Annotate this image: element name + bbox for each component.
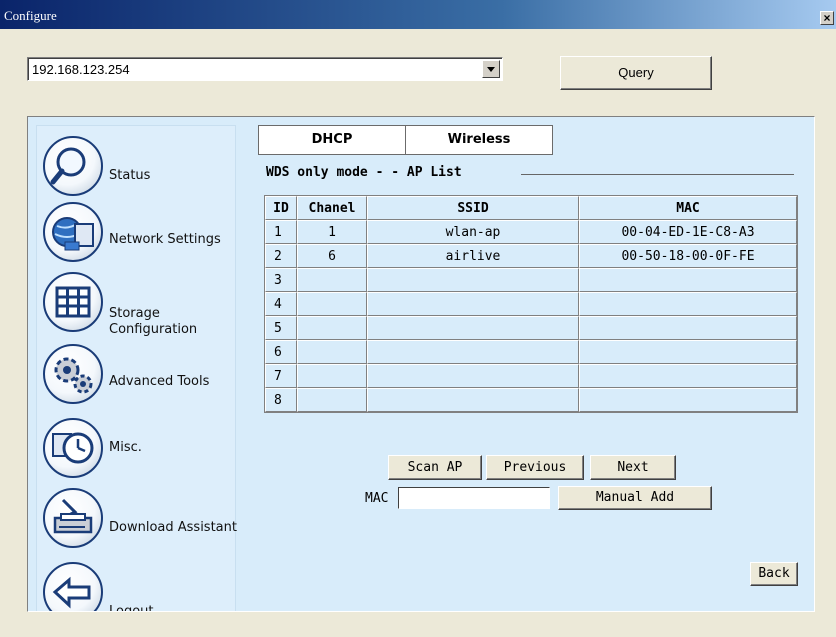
storage-grid-icon [43, 272, 103, 332]
address-combobox[interactable]: 192.168.123.254 [27, 57, 503, 81]
gears-icon [43, 344, 103, 404]
cell-channel: 6 [297, 244, 367, 268]
sidebar-item-download-assistant[interactable]: Download Assistant [37, 488, 237, 554]
scan-ap-button[interactable]: Scan AP [388, 455, 482, 480]
cell-id: 3 [265, 268, 297, 292]
cell-id: 1 [265, 220, 297, 244]
tab-wireless[interactable]: Wireless [405, 125, 553, 155]
table-row[interactable]: 5 [265, 316, 797, 340]
cell-ssid [367, 268, 579, 292]
cell-ssid: wlan-ap [367, 220, 579, 244]
section-title: WDS only mode - - AP List [266, 165, 462, 180]
title-bar: Configure × [0, 0, 836, 29]
column-header-ssid: SSID [367, 196, 579, 220]
table-row[interactable]: 1 1 wlan-ap 00-04-ED-1E-C8-A3 [265, 220, 797, 244]
cell-ssid [367, 364, 579, 388]
address-value: 192.168.123.254 [32, 62, 130, 77]
cell-mac [579, 340, 797, 364]
table-row[interactable]: 6 [265, 340, 797, 364]
sidebar-item-advanced-tools[interactable]: Advanced Tools [37, 344, 237, 410]
sidebar-item-status[interactable]: Status [37, 136, 237, 202]
cell-ssid [367, 292, 579, 316]
mac-input[interactable] [398, 487, 550, 509]
sidebar: Status Network Settings Storage Configur… [36, 125, 237, 612]
cell-mac [579, 316, 797, 340]
next-button[interactable]: Next [590, 455, 676, 480]
column-header-id: ID [265, 196, 297, 220]
sidebar-item-label: Storage Configuration [109, 306, 198, 337]
cell-channel [297, 268, 367, 292]
query-button[interactable]: Query [560, 56, 712, 90]
cell-ssid: airlive [367, 244, 579, 268]
cell-channel [297, 388, 367, 412]
sidebar-item-network-settings[interactable]: Network Settings [37, 202, 237, 268]
window-title: Configure [4, 8, 57, 23]
download-printer-icon [43, 488, 103, 548]
cell-id: 5 [265, 316, 297, 340]
cell-mac [579, 364, 797, 388]
mac-label: MAC [365, 491, 389, 506]
cell-channel [297, 340, 367, 364]
cell-channel [297, 316, 367, 340]
cell-mac [579, 268, 797, 292]
sidebar-item-storage-configuration[interactable]: Storage Configuration [37, 272, 237, 338]
main-panel: Status Network Settings Storage Configur… [27, 116, 815, 612]
cell-mac: 00-04-ED-1E-C8-A3 [579, 220, 797, 244]
cell-mac: 00-50-18-00-0F-FE [579, 244, 797, 268]
sidebar-item-label: Network Settings [109, 232, 221, 247]
table-row[interactable]: 8 [265, 388, 797, 412]
magnifier-icon [43, 136, 103, 196]
cell-ssid [367, 388, 579, 412]
cell-mac [579, 388, 797, 412]
cell-id: 4 [265, 292, 297, 316]
tab-dhcp[interactable]: DHCP [258, 125, 406, 155]
previous-button[interactable]: Previous [486, 455, 584, 480]
network-globe-icon [43, 202, 103, 262]
table-row[interactable]: 4 [265, 292, 797, 316]
column-header-channel: Chanel [297, 196, 367, 220]
clock-icon [43, 418, 103, 478]
cell-channel [297, 364, 367, 388]
sidebar-item-logout[interactable]: Logout [37, 562, 237, 612]
cell-ssid [367, 316, 579, 340]
table-row[interactable]: 3 [265, 268, 797, 292]
cell-channel: 1 [297, 220, 367, 244]
table-row[interactable]: 2 6 airlive 00-50-18-00-0F-FE [265, 244, 797, 268]
section-divider [521, 174, 794, 175]
cell-mac [579, 292, 797, 316]
close-button[interactable]: × [820, 11, 834, 25]
sidebar-item-label: Status [109, 168, 151, 183]
cell-channel [297, 292, 367, 316]
manual-add-button[interactable]: Manual Add [558, 486, 712, 510]
back-button[interactable]: Back [750, 562, 798, 586]
sidebar-item-misc[interactable]: Misc. [37, 418, 237, 484]
cell-id: 6 [265, 340, 297, 364]
sidebar-item-label: Download Assistant [109, 520, 237, 535]
column-header-mac: MAC [579, 196, 797, 220]
table-row[interactable]: 7 [265, 364, 797, 388]
ap-list-table: ID Chanel SSID MAC 1 1 wlan-ap 00-04-ED-… [264, 195, 798, 413]
cell-id: 8 [265, 388, 297, 412]
table-header-row: ID Chanel SSID MAC [265, 196, 797, 220]
sidebar-item-label: Misc. [109, 440, 142, 455]
sidebar-item-label: Advanced Tools [109, 374, 210, 389]
cell-ssid [367, 340, 579, 364]
sidebar-item-label: Logout [109, 604, 154, 612]
back-arrow-icon [43, 562, 103, 611]
dropdown-arrow-icon[interactable] [482, 60, 500, 78]
cell-id: 2 [265, 244, 297, 268]
cell-id: 7 [265, 364, 297, 388]
